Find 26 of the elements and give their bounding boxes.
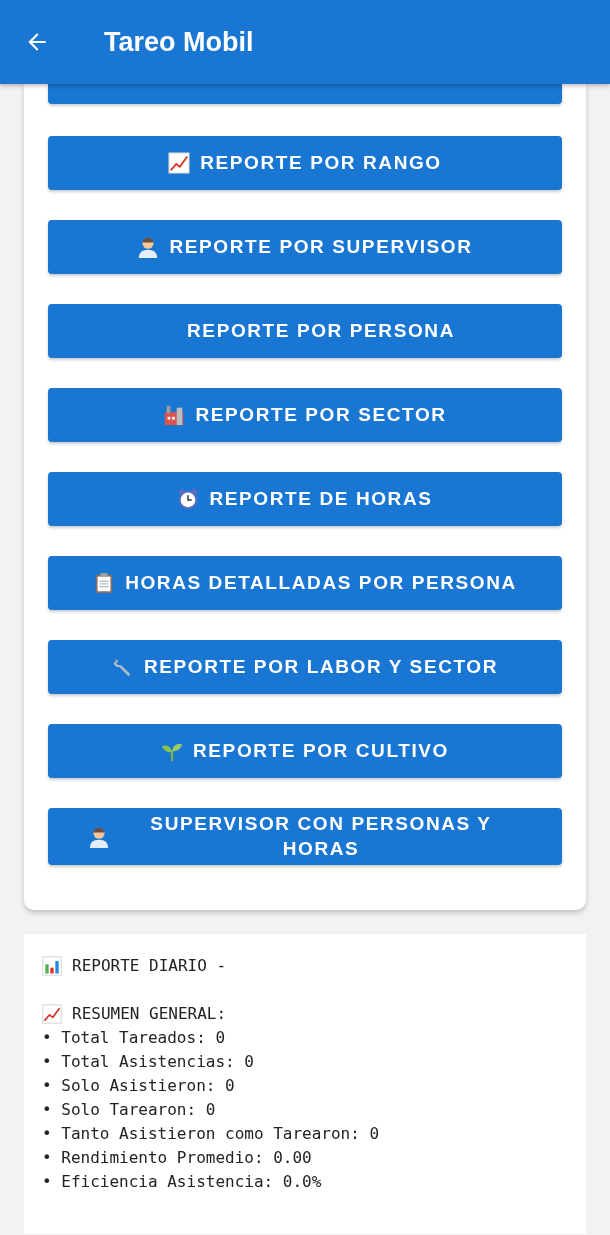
- factory-icon: [163, 404, 186, 426]
- report-line: • Solo Tarearon: 0: [42, 1099, 216, 1122]
- bar-chart-icon: [42, 956, 62, 977]
- person-icon: [137, 236, 160, 258]
- alarm-clock-icon: [177, 488, 200, 510]
- person-icon: [88, 825, 110, 848]
- report-button[interactable]: HORAS DETALLADAS POR PERSONA: [48, 556, 562, 610]
- report-line: • Solo Asistieron: 0: [42, 1075, 235, 1098]
- chart-icon: [42, 1004, 62, 1025]
- report-button[interactable]: SUPERVISOR CON PERSONAS Y HORAS: [48, 808, 562, 866]
- report-line: • Rendimiento Promedio: 0.00: [42, 1147, 312, 1170]
- report-button[interactable]: REPORTE POR SUPERVISOR: [48, 220, 562, 274]
- report-line: • Eficiencia Asistencia: 0.0%: [42, 1171, 322, 1194]
- report-line: • Total Asistencias: 0: [42, 1051, 254, 1074]
- chart-icon: [168, 152, 191, 174]
- report-button[interactable]: REPORTE DE HORAS: [48, 472, 562, 526]
- app-title: Tareo Mobil: [104, 25, 254, 59]
- report-button[interactable]: REPORTE POR CULTIVO: [48, 724, 562, 778]
- report-button[interactable]: REPORTE POR RANGO: [48, 136, 562, 190]
- report-button[interactable]: REPORTE POR PERSONA: [48, 304, 562, 358]
- section-heading: RESUMEN GENERAL:: [72, 1003, 227, 1026]
- report-button[interactable]: REPORTE POR SECTOR: [48, 388, 562, 442]
- report-line: • Tanto Asistieron como Tarearon: 0: [42, 1123, 380, 1146]
- report-title: REPORTE DIARIO -: [72, 955, 227, 978]
- report-button[interactable]: REPORTE POR LABOR Y SECTOR: [48, 640, 562, 694]
- report-line: • Total Tareados: 0: [42, 1027, 226, 1050]
